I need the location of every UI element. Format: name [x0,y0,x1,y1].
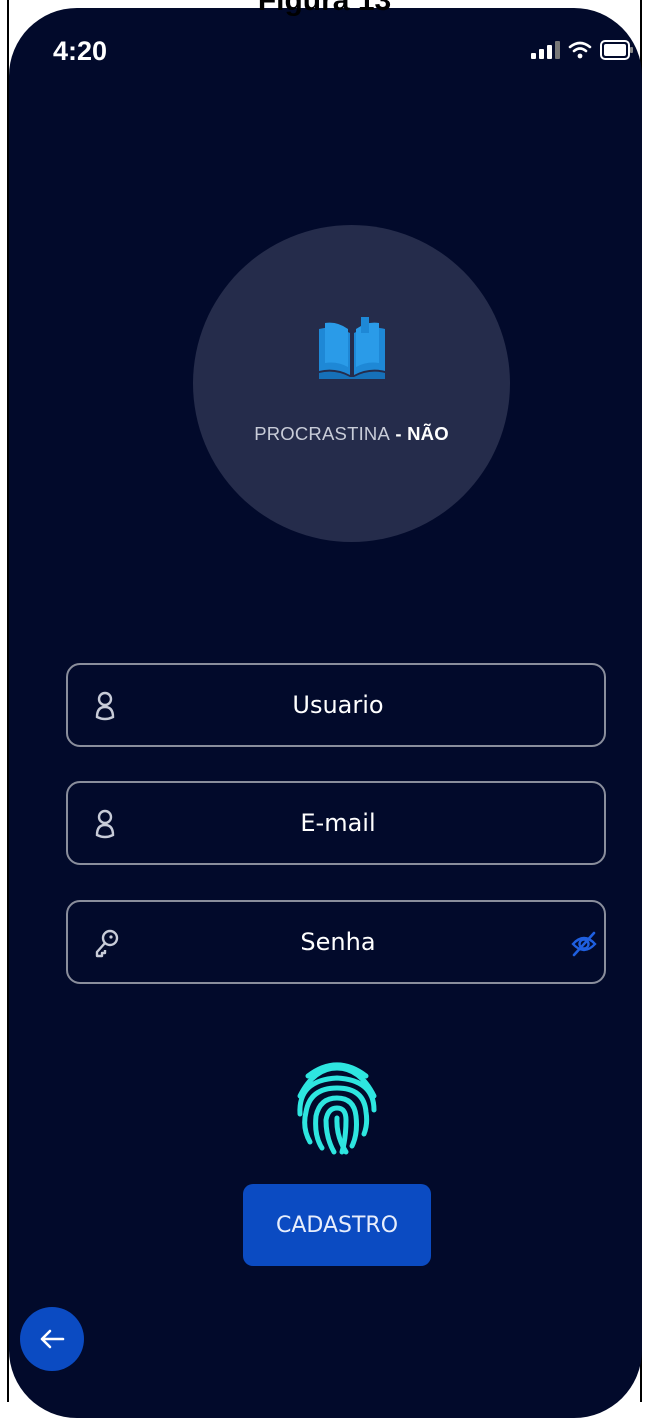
status-time: 4:20 [53,36,108,66]
username-field[interactable] [66,663,606,747]
wifi-icon [568,41,592,59]
open-book-icon [319,317,385,379]
email-input[interactable] [128,783,548,863]
register-button[interactable]: CADASTRO [243,1184,431,1266]
arrow-left-icon [40,1329,65,1349]
username-input[interactable] [128,665,548,745]
key-icon [95,929,119,958]
eye-off-icon[interactable] [570,930,598,958]
email-field[interactable] [66,781,606,865]
password-input[interactable] [128,902,548,982]
brand-name: PROCRASTINA - NÃO [193,423,510,445]
brand-name-bold: - NÃO [390,423,449,444]
signal-icon [531,41,560,59]
brand-name-light: PROCRASTINA [254,423,391,444]
status-icons [531,40,634,60]
fingerprint-icon[interactable] [294,1060,380,1156]
phone-screen: 4:20 PROCRASTINA - NÃO Usuario E-mail CA… [9,8,642,1418]
figure-caption: Figura 13 [257,0,392,17]
password-field[interactable] [66,900,606,984]
user-icon [95,809,115,839]
logo-circle: PROCRASTINA - NÃO [193,225,510,542]
battery-icon [600,40,633,60]
back-button[interactable] [20,1307,84,1371]
user-icon [95,691,115,721]
